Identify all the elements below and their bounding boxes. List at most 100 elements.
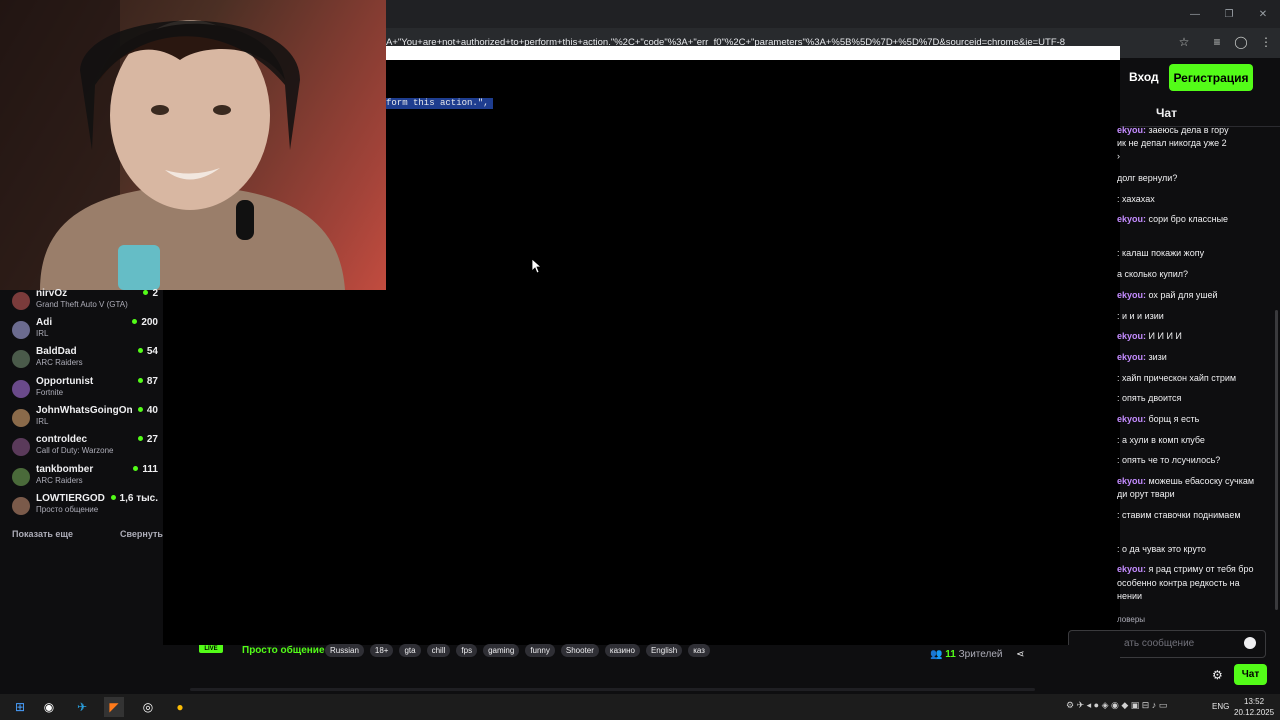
chat-username[interactable]: ekyou: [1117,414,1146,424]
stream-tag[interactable]: fps [456,644,478,657]
avatar [12,497,30,515]
sidebar-channel-item[interactable]: nirvOz Grand Theft Auto V (GTA) 2 [10,288,162,315]
menu-kebab-icon[interactable]: ⋮ [1257,33,1275,51]
gear-icon[interactable]: ⚙ [1212,668,1223,682]
avatar [12,409,30,427]
maximize-icon[interactable]: ❐ [1212,0,1246,28]
channel-category: Просто общение [36,505,99,514]
chat-scrollbar[interactable] [1275,310,1278,610]
system-tray-icons[interactable]: ⚙ ✈ ◂ ● ◈ ◉ ◆ ▣ ⊟ ♪ ▭ [1066,700,1167,711]
bookmark-star-icon[interactable]: ☆ [1175,33,1193,51]
player-progress-track [190,688,1035,691]
chat-message: ик не депал никогда уже 2 [1117,137,1273,150]
stream-tags: Russian 18+ gta chill fps gaming funny Shooter к… [325,644,710,657]
chat-message-text: особенно контра редкость на [1117,578,1240,588]
chat-message: ди орут твари [1117,488,1273,501]
channel-category: IRL [36,417,49,426]
chat-message-text: а сколько купил? [1117,269,1189,279]
chat-message-text: : калаш покажи жопу [1117,248,1205,258]
stream-tag[interactable]: gta [399,644,421,657]
channel-name: Opportunist [36,376,94,387]
share-icon[interactable]: ⋖ [1016,649,1024,660]
minimize-icon[interactable]: — [1178,0,1212,28]
sidebar-channel-item[interactable]: Adi IRL 200 [10,317,162,344]
show-more-link[interactable]: Показать еще [12,529,73,539]
language-indicator[interactable]: ENG [1212,702,1229,711]
profile-icon[interactable]: ◯ [1232,33,1250,51]
send-chat-button[interactable]: Чат [1234,664,1267,685]
chat-username[interactable]: ekyou: [1117,214,1146,224]
chat-message-text: я рад стриму от тебя бро [1146,564,1254,574]
stream-tag[interactable]: Shooter [560,644,599,657]
chat-message-text: борщ я есть [1146,414,1200,424]
telegram-icon[interactable]: ✈ [72,697,92,717]
chat-message: ekyou: И И И И [1117,330,1273,343]
chat-message: : опять двоится [1117,392,1273,405]
obs-app-icon[interactable]: ◤ [104,697,124,717]
login-button[interactable]: Вход [1124,68,1164,88]
viewer-count-number: 11 [945,649,956,660]
chat-username[interactable]: ekyou: [1117,564,1146,574]
chat-username[interactable]: ekyou: [1117,290,1146,300]
sidebar-channel-item[interactable]: JohnWhatsGoingOn IRL 40 [10,405,162,432]
register-button[interactable]: Регистрация [1169,64,1253,91]
chat-username[interactable]: ekyou: [1117,352,1146,362]
sidebar-channel-item[interactable]: tankbomber ARC Raiders 111 [10,464,162,491]
stream-tag[interactable]: казино [604,644,640,657]
chat-message: : ставим ставочки поднимаем [1117,509,1273,522]
sidebar-channel-item[interactable]: controldec Call of Duty: Warzone 27 [10,434,162,461]
chat-message: : калаш покажи жопу [1117,247,1273,260]
stream-tag[interactable]: English [645,644,683,657]
channel-name: nirvOz [36,288,68,299]
sidebar-channel-item[interactable]: Opportunist Fortnite 87 [10,376,162,403]
chat-title: Чат [1156,106,1177,120]
collapse-link[interactable]: Свернуть [120,529,163,539]
viewer-count: 👥 11 Зрителей [930,649,1002,660]
sidebar-channel-item[interactable]: BaldDad ARC Raiders 54 [10,346,162,373]
stream-tag[interactable]: 18+ [369,644,394,657]
chat-message-text: › [1117,151,1120,161]
chat-message-text: можешь ебасоску сучкам [1146,476,1255,486]
chrome-icon[interactable]: ● [170,697,190,717]
chat-message-text: : опять че то лсучилось? [1117,455,1221,465]
chat-message-text: заеюсь дела в гору [1146,125,1229,135]
taskbar-clock[interactable]: 13:52 20.12.2025 [1234,696,1274,718]
emoji-icon[interactable] [1244,637,1256,649]
stream-tag[interactable]: каз [688,644,710,657]
chat-username[interactable]: ekyou: [1117,476,1146,486]
chat-message-text: ди орут твари [1117,489,1175,499]
chat-message: : хахахах [1117,193,1273,206]
sidebar-channel-item[interactable]: LOWTIERGOD Просто общение 1,6 тыс. [10,493,162,520]
followers-only-notice: ловеры [1117,615,1146,624]
windows-start-icon[interactable]: ⊞ [10,697,30,717]
chat-message: : о да чувак это круто [1117,543,1273,556]
close-icon[interactable]: ✕ [1246,0,1280,28]
channel-viewer-count: 40 [138,405,158,416]
channel-category: Grand Theft Auto V (GTA) [36,300,128,309]
chat-username[interactable]: ekyou: [1117,125,1146,135]
channel-name: BaldDad [36,346,77,357]
chat-message: особенно контра редкость на [1117,577,1273,590]
stream-category[interactable]: Просто общение [242,645,325,656]
chat-message: долг вернули? [1117,172,1273,185]
stream-tag[interactable]: gaming [483,644,520,657]
channel-viewer-count: 2 [143,288,158,299]
channel-viewer-count: 111 [133,464,158,475]
obs-studio-icon[interactable]: ◎ [138,697,158,717]
steam-icon[interactable]: ◉ [39,697,59,717]
chat-message: ekyou: заеюсь дела в гору [1117,124,1273,137]
channel-category: Fortnite [36,388,64,397]
channel-viewer-count: 27 [138,434,158,445]
media-control-icon[interactable]: ≡ [1208,33,1226,51]
chat-username[interactable]: ekyou: [1117,331,1146,341]
chat-message: ekyou: я рад стриму от тебя бро [1117,563,1273,576]
channel-category: ARC Raiders [36,476,83,485]
stream-tag[interactable]: funny [525,644,555,657]
chat-message-text: зизи [1146,352,1167,362]
error-message-selection: form this action.", [386,98,493,109]
stream-tag[interactable]: Russian [325,644,364,657]
stream-tag[interactable]: chill [426,644,451,657]
chat-message: ekyou: сори бро классные [1117,213,1273,226]
chat-message: ekyou: ох рай для ушей [1117,289,1273,302]
chat-message-text: : а хули в комп клубе [1117,435,1205,445]
